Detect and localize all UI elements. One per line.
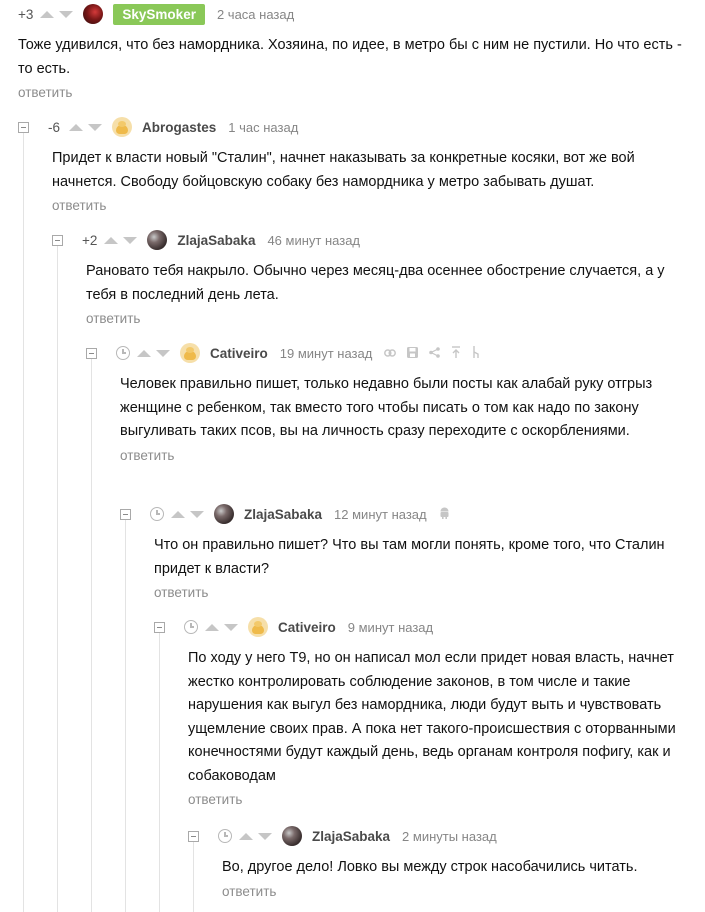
- comment-tools: [384, 346, 491, 360]
- reply-link[interactable]: ответить: [120, 448, 696, 463]
- username[interactable]: ZlajaSabaka: [312, 829, 390, 844]
- reply-link[interactable]: ответить: [52, 198, 688, 213]
- comment-text: Что он правильно пишет? Что вы там могли…: [154, 537, 665, 577]
- timestamp[interactable]: 9 минут назад: [348, 620, 433, 635]
- upvote-arrow-icon[interactable]: [137, 349, 151, 357]
- timestamp[interactable]: 1 час назад: [228, 120, 298, 135]
- comment-header: ZlajaSabaka 12 минут назад: [120, 503, 690, 525]
- comment-header: ZlajaSabaka 2 минуты назад: [188, 825, 688, 847]
- downvote-arrow-icon[interactable]: [156, 349, 170, 357]
- branch-icon[interactable]: [472, 346, 480, 360]
- android-icon: [439, 507, 450, 521]
- comment-text: Придет к власти новый "Сталин", начнет н…: [52, 150, 635, 190]
- clock-icon[interactable]: [150, 507, 164, 521]
- save-icon[interactable]: [407, 346, 419, 360]
- rating: +3: [18, 6, 34, 22]
- reply-link[interactable]: ответить: [154, 585, 690, 600]
- avatar[interactable]: [248, 617, 268, 637]
- reply-link[interactable]: ответить: [222, 884, 688, 899]
- clock-icon[interactable]: [184, 620, 198, 634]
- scroll-up-icon[interactable]: [451, 346, 461, 360]
- timestamp[interactable]: 19 минут назад: [280, 346, 373, 361]
- collapse-minus-icon[interactable]: [120, 508, 131, 520]
- downvote-arrow-icon[interactable]: [123, 236, 138, 244]
- collapse-minus-icon[interactable]: [188, 830, 199, 842]
- comment-tools: [439, 507, 461, 521]
- share-icon[interactable]: [429, 346, 441, 360]
- username[interactable]: ZlajaSabaka: [244, 507, 322, 522]
- collapse-minus-icon[interactable]: [52, 234, 63, 246]
- reply-link[interactable]: ответить: [86, 311, 692, 326]
- downvote-arrow-icon[interactable]: [59, 10, 74, 18]
- downvote-arrow-icon[interactable]: [224, 623, 238, 631]
- clock-icon[interactable]: [218, 829, 232, 843]
- comment-header: -6 Abrogastes 1 час назад: [18, 116, 688, 138]
- upvote-arrow-icon[interactable]: [69, 123, 83, 131]
- username[interactable]: Abrogastes: [142, 120, 216, 135]
- username[interactable]: ZlajaSabaka: [177, 233, 255, 248]
- comment-text: По ходу у него Т9, но он написал мол есл…: [188, 650, 676, 784]
- reply-link[interactable]: ответить: [188, 792, 690, 807]
- comment-header: +2 ZlajaSabaka 46 минут назад: [52, 229, 692, 251]
- comment: +3 SkySmoker 2 часа назад Тоже удивился,…: [18, 3, 688, 100]
- avatar[interactable]: [214, 504, 234, 524]
- comment-text: Тоже удивился, что без намордника. Хозяи…: [18, 37, 682, 77]
- downvote-arrow-icon[interactable]: [190, 510, 204, 518]
- timestamp[interactable]: 2 часа назад: [217, 7, 294, 22]
- upvote-arrow-icon[interactable]: [239, 832, 253, 840]
- comment: Cativeiro 19 минут назад Человек правиль…: [86, 342, 696, 463]
- upvote-arrow-icon[interactable]: [104, 236, 119, 244]
- link-icon[interactable]: [384, 347, 397, 359]
- comment-header: Cativeiro 19 минут назад: [86, 342, 696, 364]
- timestamp[interactable]: 46 минут назад: [267, 233, 360, 248]
- upvote-arrow-icon[interactable]: [171, 510, 185, 518]
- comment: +2 ZlajaSabaka 46 минут назад Рановато т…: [52, 229, 692, 326]
- username[interactable]: Cativeiro: [278, 620, 336, 635]
- avatar[interactable]: [112, 117, 132, 137]
- comment: ZlajaSabaka 2 минуты назад Во, другое де…: [188, 825, 688, 899]
- avatar[interactable]: [83, 4, 104, 24]
- clock-icon[interactable]: [116, 346, 130, 360]
- avatar[interactable]: [147, 230, 168, 250]
- rating: +2: [82, 232, 98, 248]
- collapse-minus-icon[interactable]: [86, 347, 97, 359]
- comment-header: Cativeiro 9 минут назад: [154, 616, 690, 638]
- comment: ZlajaSabaka 12 минут назад Что он правил…: [120, 503, 690, 600]
- rating: -6: [48, 119, 61, 135]
- username[interactable]: SkySmoker: [113, 3, 205, 25]
- reply-link[interactable]: ответить: [18, 85, 688, 100]
- comment-header: +3 SkySmoker 2 часа назад: [18, 3, 688, 25]
- username[interactable]: Cativeiro: [210, 346, 268, 361]
- thread-line: [23, 133, 24, 912]
- timestamp[interactable]: 12 минут назад: [334, 507, 427, 522]
- comment-text: Рановато тебя накрыло. Обычно через меся…: [86, 263, 665, 303]
- avatar[interactable]: [282, 826, 302, 846]
- downvote-arrow-icon[interactable]: [258, 832, 272, 840]
- upvote-arrow-icon[interactable]: [205, 623, 219, 631]
- comment-text: Человек правильно пишет, только недавно …: [120, 376, 653, 439]
- timestamp[interactable]: 2 минуты назад: [402, 829, 497, 844]
- collapse-minus-icon[interactable]: [154, 621, 165, 633]
- upvote-arrow-icon[interactable]: [40, 10, 55, 18]
- comment: -6 Abrogastes 1 час назад Придет к власт…: [18, 116, 688, 213]
- downvote-arrow-icon[interactable]: [88, 123, 102, 131]
- comment-text: Во, другое дело! Ловко вы между строк на…: [222, 859, 638, 875]
- collapse-minus-icon[interactable]: [18, 121, 29, 133]
- avatar[interactable]: [180, 343, 200, 363]
- thread-line: [57, 246, 58, 912]
- comment: Cativeiro 9 минут назад По ходу у него Т…: [154, 616, 690, 807]
